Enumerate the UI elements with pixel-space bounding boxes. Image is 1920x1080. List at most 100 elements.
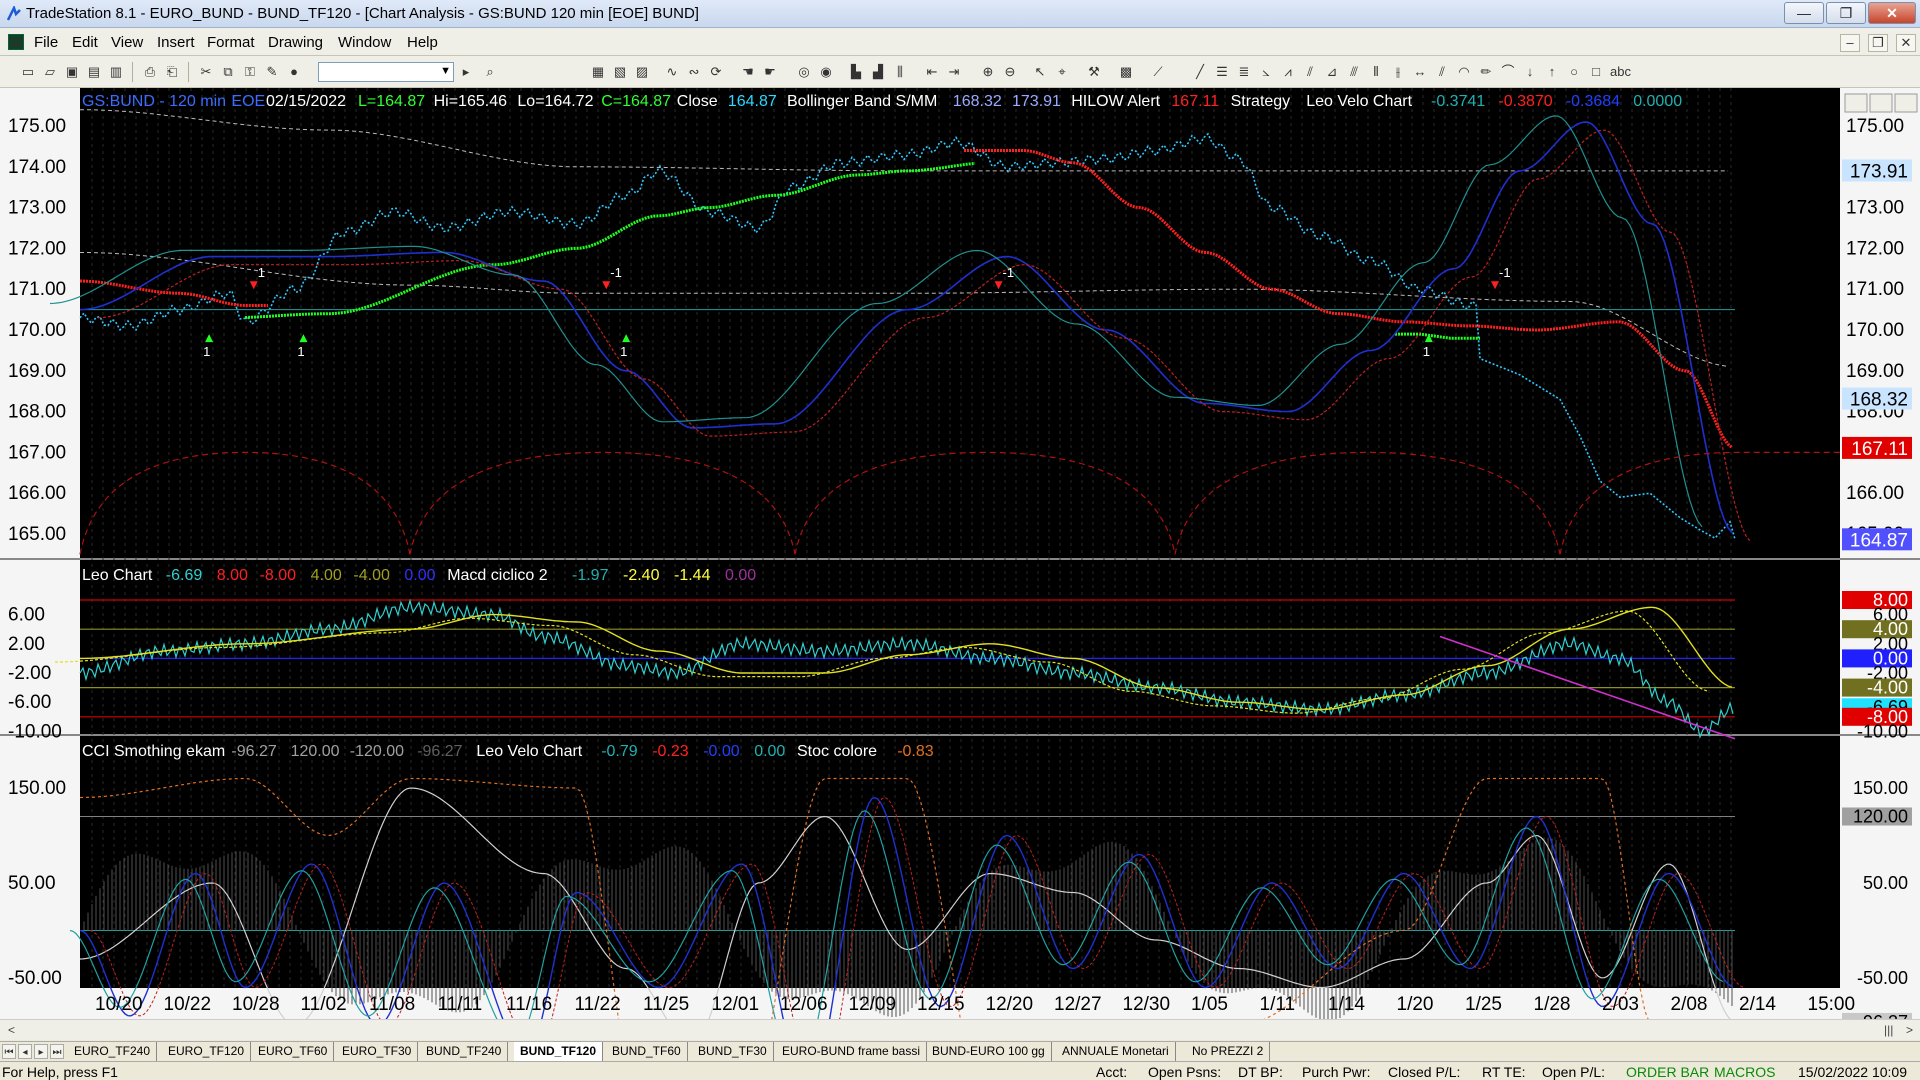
tools-icon[interactable]: ⚒ <box>1086 64 1102 80</box>
menu-window[interactable]: Window <box>338 34 391 51</box>
tab-next-icon[interactable]: ▸ <box>34 1044 48 1059</box>
order-bar-button[interactable]: ORDER BAR <box>1626 1064 1709 1080</box>
cycle-icon[interactable]: ⫴ <box>1368 64 1384 80</box>
minimize-button[interactable]: — <box>1784 2 1824 24</box>
tab-euro-tf240[interactable]: EURO_TF240 <box>68 1042 158 1061</box>
regression-icon[interactable]: ⊿ <box>1324 64 1340 80</box>
chart-mdi-button[interactable] <box>1844 93 1868 113</box>
print-preview-icon[interactable]: ⎗ <box>164 64 180 80</box>
ruler-icon[interactable]: ⟋ <box>1150 64 1166 80</box>
scroll-right-arrow[interactable]: > <box>1906 1023 1913 1037</box>
text-icon[interactable]: abc <box>1610 64 1631 80</box>
hline-icon[interactable]: ☰ <box>1214 64 1230 80</box>
mdi-restore-button[interactable]: ❐ <box>1868 34 1888 52</box>
tab-bund-tf240[interactable]: BUND_TF240 <box>420 1042 509 1061</box>
chart-window-icon[interactable]: ▦ <box>590 64 606 80</box>
tab-bund-tf30[interactable]: BUND_TF30 <box>692 1042 774 1061</box>
open-icon[interactable]: ▱ <box>42 64 58 80</box>
up-arrow-icon[interactable]: ↑ <box>1544 64 1560 80</box>
tab-prev-icon[interactable]: ◂ <box>18 1044 32 1059</box>
tab-bund-euro-100-gg[interactable]: BUND-EURO 100 gg <box>926 1042 1052 1061</box>
copy-icon[interactable]: ⧉ <box>220 64 236 80</box>
zoom-in-icon[interactable]: ⊕ <box>980 64 996 80</box>
scroll-left-icon[interactable]: ⇤ <box>924 64 940 80</box>
tab-bund-tf60[interactable]: BUND_TF60 <box>606 1042 688 1061</box>
lock-icon[interactable]: ⚿ <box>242 64 258 80</box>
arrows-icon[interactable]: ↔ <box>1412 64 1428 80</box>
chart-analysis-window[interactable]: 175.00175.00174.00174.00173.00173.00172.… <box>0 88 1920 1023</box>
speed-lines-icon[interactable]: ⩘ <box>1280 64 1296 80</box>
cut-icon[interactable]: ✂ <box>198 64 214 80</box>
mdi-close-button[interactable]: ✕ <box>1896 34 1916 52</box>
candle-icon[interactable]: ▟ <box>870 64 886 80</box>
hand-icon[interactable]: ☚ <box>740 64 756 80</box>
indicator-icon[interactable]: ∾ <box>686 64 702 80</box>
trendline-icon[interactable]: ╱ <box>1192 64 1208 80</box>
tab-last-icon[interactable]: ⏭ <box>50 1044 64 1059</box>
scroll-left-arrow[interactable]: < <box>8 1023 15 1037</box>
menu-view[interactable]: View <box>111 34 143 51</box>
save-icon[interactable]: ▣ <box>64 64 80 80</box>
chevron-down-icon[interactable]: ▼ <box>440 65 451 77</box>
print-icon[interactable]: ⎙ <box>142 64 158 80</box>
strategy-icon[interactable]: ⟳ <box>708 64 724 80</box>
tab-no-prezzi-2[interactable]: No PREZZI 2 <box>1186 1042 1271 1061</box>
gauge-icon[interactable]: ◉ <box>818 64 834 80</box>
color-icon[interactable]: ● <box>286 64 302 80</box>
scroll-thumb[interactable]: ||| <box>1884 1023 1893 1037</box>
chart-document-icon[interactable] <box>8 34 24 50</box>
down-arrow-icon[interactable]: ↓ <box>1522 64 1538 80</box>
andrews-icon[interactable]: ⫽ <box>1302 64 1318 80</box>
find-icon[interactable]: ⌕ <box>482 64 498 80</box>
tab-euro-tf120[interactable]: EURO_TF120 <box>162 1042 252 1061</box>
chart-mdi-button[interactable] <box>1869 93 1893 113</box>
save-all-icon[interactable]: ▤ <box>86 64 102 80</box>
restore-button[interactable]: ❐ <box>1826 2 1866 24</box>
matrix-icon[interactable]: ▨ <box>634 64 650 80</box>
paint-icon[interactable]: ✎ <box>264 64 280 80</box>
hand-point-icon[interactable]: ☛ <box>762 64 778 80</box>
parallel-icon[interactable]: ⫲ <box>1390 64 1406 80</box>
curve-icon[interactable]: ⌒ <box>1500 64 1516 80</box>
menu-file[interactable]: File <box>34 34 58 51</box>
format-icon[interactable]: ▩ <box>1118 64 1134 80</box>
chart-mdi-button[interactable] <box>1894 93 1918 113</box>
tab-euro-tf30[interactable]: EURO_TF30 <box>336 1042 419 1061</box>
chart-canvas[interactable]: 175.00175.00174.00174.00173.00173.00172.… <box>0 88 1920 1023</box>
rectangle-icon[interactable]: □ <box>1588 64 1604 80</box>
fan-icon[interactable]: ⫽ <box>1434 64 1450 80</box>
close-button[interactable]: ✕ <box>1868 2 1916 24</box>
chart-scrollbar[interactable]: < ||| > <box>0 1019 1920 1040</box>
symbol-combo[interactable]: ▼ <box>318 62 454 82</box>
tab-euro-tf60[interactable]: EURO_TF60 <box>252 1042 335 1061</box>
workspace-icon[interactable]: ▥ <box>108 64 124 80</box>
tab-euro-bund-frame-bassi[interactable]: EURO-BUND frame bassi <box>776 1042 928 1061</box>
bar-chart-icon[interactable]: ▙ <box>848 64 864 80</box>
macros-button[interactable]: MACROS <box>1714 1064 1775 1080</box>
chart-pointer-icon[interactable]: ⌖ <box>1054 64 1070 80</box>
zoom-out-icon[interactable]: ⊖ <box>1002 64 1018 80</box>
ohlc-icon[interactable]: ⫼ <box>892 64 908 80</box>
tab-annuale-monetari[interactable]: ANNUALE Monetari <box>1056 1042 1176 1061</box>
gann-icon[interactable]: ⦣ <box>1258 64 1274 80</box>
menu-drawing[interactable]: Drawing <box>268 34 323 51</box>
ellipse-icon[interactable]: ○ <box>1566 64 1582 80</box>
menu-insert[interactable]: Insert <box>157 34 195 51</box>
new-icon[interactable]: ▭ <box>20 64 36 80</box>
tab-first-icon[interactable]: ⏮ <box>2 1044 16 1059</box>
fib-icon[interactable]: ≣ <box>1236 64 1252 80</box>
mdi-minimize-button[interactable]: – <box>1840 34 1860 52</box>
scanner-icon[interactable]: ∿ <box>664 64 680 80</box>
arrow-right-icon[interactable]: ▸ <box>458 64 474 80</box>
binoculars-icon[interactable]: ◎ <box>796 64 812 80</box>
pointer-icon[interactable]: ↖ <box>1032 64 1048 80</box>
scroll-right-icon[interactable]: ⇥ <box>946 64 962 80</box>
pencil-icon[interactable]: ✏ <box>1478 64 1494 80</box>
arc-icon[interactable]: ◠ <box>1456 64 1472 80</box>
channel-icon[interactable]: ⫻ <box>1346 64 1362 80</box>
tab-bund-tf120[interactable]: BUND_TF120 <box>514 1042 604 1061</box>
menu-edit[interactable]: Edit <box>72 34 98 51</box>
radar-icon[interactable]: ▧ <box>612 64 628 80</box>
menu-help[interactable]: Help <box>407 34 438 51</box>
menu-format[interactable]: Format <box>207 34 255 51</box>
